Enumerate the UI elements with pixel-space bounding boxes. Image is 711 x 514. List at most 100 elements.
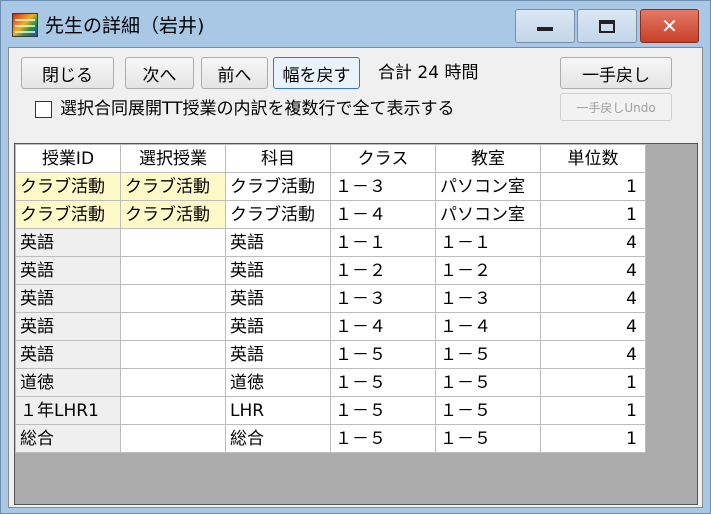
lesson-id-cell[interactable]: クラブ活動 — [15, 200, 121, 229]
column-header[interactable]: 授業ID — [15, 144, 121, 173]
elective-cell[interactable] — [120, 256, 226, 285]
room-cell[interactable]: パソコン室 — [435, 172, 541, 201]
lesson-id-cell[interactable]: 総合 — [15, 424, 121, 453]
table-row[interactable]: クラブ活動 クラブ活動 クラブ活動 １－３ パソコン室 1 — [15, 172, 646, 201]
class-cell[interactable]: １－３ — [330, 172, 436, 201]
table-row[interactable]: 英語 英語 １－３ １－３ 4 — [15, 284, 646, 313]
subject-cell[interactable]: クラブ活動 — [225, 172, 331, 201]
window-title: 先生の詳細（岩井) — [45, 15, 205, 37]
client-area: 閉じる 次へ 前へ 幅を戻す 合計 24 時間 一手戻し 一手戻しUndo 選択… — [8, 47, 703, 508]
subject-cell[interactable]: クラブ活動 — [225, 200, 331, 229]
subject-cell[interactable]: 英語 — [225, 340, 331, 369]
room-cell[interactable]: １－４ — [435, 312, 541, 341]
minimize-button[interactable] — [515, 9, 575, 43]
elective-cell[interactable]: クラブ活動 — [120, 200, 226, 229]
close-window-button[interactable]: ✕ — [640, 9, 699, 43]
elective-cell[interactable] — [120, 340, 226, 369]
table-row[interactable]: 道徳 道徳 １－５ １－５ 1 — [15, 368, 646, 397]
multiline-checkbox[interactable] — [35, 100, 52, 118]
column-header[interactable]: 選択授業 — [120, 144, 226, 173]
reset-width-button[interactable]: 幅を戻す — [273, 57, 360, 89]
prev-button[interactable]: 前へ — [201, 57, 268, 89]
elective-cell[interactable] — [120, 424, 226, 453]
table-row[interactable]: クラブ活動 クラブ活動 クラブ活動 １－４ パソコン室 1 — [15, 200, 646, 229]
elective-cell[interactable] — [120, 312, 226, 341]
units-cell[interactable]: 4 — [540, 284, 646, 313]
room-cell[interactable]: １－５ — [435, 424, 541, 453]
class-cell[interactable]: １－５ — [330, 340, 436, 369]
units-cell[interactable]: 1 — [540, 200, 646, 229]
elective-cell[interactable]: クラブ活動 — [120, 172, 226, 201]
lesson-id-cell[interactable]: 英語 — [15, 256, 121, 285]
close-button[interactable]: 閉じる — [21, 57, 114, 89]
lesson-id-cell[interactable]: クラブ活動 — [15, 172, 121, 201]
lesson-id-cell[interactable]: 英語 — [15, 312, 121, 341]
class-cell[interactable]: １－４ — [330, 200, 436, 229]
elective-cell[interactable] — [120, 396, 226, 425]
class-cell[interactable]: １－４ — [330, 312, 436, 341]
undo-disabled-button[interactable]: 一手戻しUndo — [560, 93, 672, 121]
table-row[interactable]: 英語 英語 １－２ １－２ 4 — [15, 256, 646, 285]
lessons-table: 授業ID 選択授業 科目 クラス 教室 単位数 クラブ活動 クラブ活動 クラブ活動 １… — [15, 144, 646, 453]
units-cell[interactable]: 4 — [540, 312, 646, 341]
room-cell[interactable]: １－２ — [435, 256, 541, 285]
units-cell[interactable]: 4 — [540, 340, 646, 369]
column-header[interactable]: 単位数 — [540, 144, 646, 173]
undo-button[interactable]: 一手戻し — [560, 57, 672, 89]
lesson-id-cell[interactable]: 英語 — [15, 228, 121, 257]
units-cell[interactable]: 1 — [540, 396, 646, 425]
table-row[interactable]: 英語 英語 １－５ １－５ 4 — [15, 340, 646, 369]
lesson-id-cell[interactable]: 英語 — [15, 284, 121, 313]
table-row[interactable]: １年LHR1 LHR １－５ １－５ 1 — [15, 396, 646, 425]
app-icon — [12, 13, 38, 37]
units-cell[interactable]: 4 — [540, 228, 646, 257]
maximize-icon — [599, 19, 615, 33]
class-cell[interactable]: １－５ — [330, 396, 436, 425]
class-cell[interactable]: １－５ — [330, 424, 436, 453]
subject-cell[interactable]: 英語 — [225, 256, 331, 285]
maximize-button[interactable] — [577, 9, 637, 43]
subject-cell[interactable]: 英語 — [225, 284, 331, 313]
subject-cell[interactable]: LHR — [225, 396, 331, 425]
room-cell[interactable]: １－５ — [435, 396, 541, 425]
minimize-icon — [537, 27, 553, 31]
room-cell[interactable]: １－５ — [435, 368, 541, 397]
lesson-id-cell[interactable]: 道徳 — [15, 368, 121, 397]
table-row[interactable]: 英語 英語 １－１ １－１ 4 — [15, 228, 646, 257]
close-icon: ✕ — [661, 14, 678, 38]
room-cell[interactable]: １－１ — [435, 228, 541, 257]
title-bar[interactable]: 先生の詳細（岩井) ✕ — [1, 1, 710, 47]
class-cell[interactable]: １－１ — [330, 228, 436, 257]
multiline-checkbox-label: 選択合同展開TT授業の内訳を複数行で全て表示する — [60, 99, 455, 119]
units-cell[interactable]: 1 — [540, 368, 646, 397]
next-button[interactable]: 次へ — [125, 57, 194, 89]
room-cell[interactable]: パソコン室 — [435, 200, 541, 229]
units-cell[interactable]: 1 — [540, 172, 646, 201]
subject-cell[interactable]: 総合 — [225, 424, 331, 453]
table-row[interactable]: 総合 総合 １－５ １－５ 1 — [15, 424, 646, 453]
multiline-option[interactable]: 選択合同展開TT授業の内訳を複数行で全て表示する — [35, 98, 454, 120]
subject-cell[interactable]: 英語 — [225, 312, 331, 341]
column-header[interactable]: クラス — [330, 144, 436, 173]
lesson-id-cell[interactable]: １年LHR1 — [15, 396, 121, 425]
class-cell[interactable]: １－５ — [330, 368, 436, 397]
lessons-grid[interactable]: 授業ID 選択授業 科目 クラス 教室 単位数 クラブ活動 クラブ活動 クラブ活動 １… — [14, 143, 698, 505]
room-cell[interactable]: １－３ — [435, 284, 541, 313]
table-row[interactable]: 英語 英語 １－４ １－４ 4 — [15, 312, 646, 341]
room-cell[interactable]: １－５ — [435, 340, 541, 369]
elective-cell[interactable] — [120, 228, 226, 257]
teacher-detail-window: 先生の詳細（岩井) ✕ 閉じる 次へ 前へ 幅を戻す 合計 24 時間 一手戻し… — [0, 0, 711, 514]
class-cell[interactable]: １－２ — [330, 256, 436, 285]
subject-cell[interactable]: 英語 — [225, 228, 331, 257]
elective-cell[interactable] — [120, 284, 226, 313]
header-row: 授業ID 選択授業 科目 クラス 教室 単位数 — [15, 144, 646, 173]
class-cell[interactable]: １－３ — [330, 284, 436, 313]
lesson-id-cell[interactable]: 英語 — [15, 340, 121, 369]
elective-cell[interactable] — [120, 368, 226, 397]
subject-cell[interactable]: 道徳 — [225, 368, 331, 397]
total-hours-label: 合計 24 時間 — [378, 63, 479, 83]
column-header[interactable]: 科目 — [225, 144, 331, 173]
column-header[interactable]: 教室 — [435, 144, 541, 173]
units-cell[interactable]: 1 — [540, 424, 646, 453]
units-cell[interactable]: 4 — [540, 256, 646, 285]
